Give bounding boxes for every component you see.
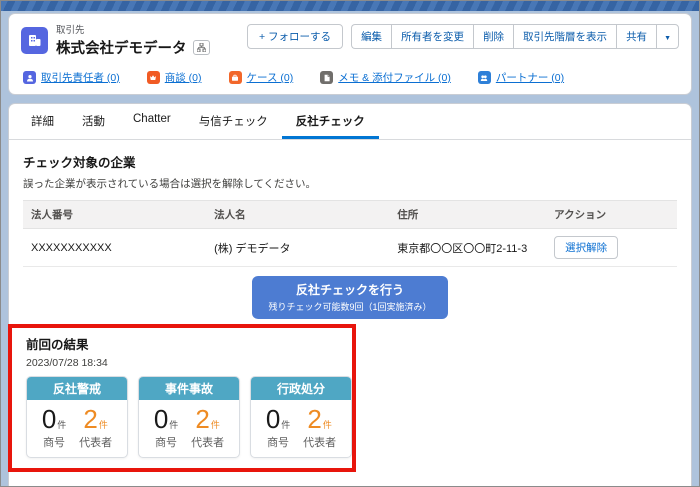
related-link-opportunities[interactable]: 商談 (0)	[146, 70, 202, 85]
stat-label: 商号	[155, 437, 178, 449]
follow-button[interactable]: + フォローする	[247, 24, 344, 49]
record-title: 株式会社デモデータ	[56, 41, 187, 57]
stat-value: 0	[41, 404, 57, 434]
column-header-action: アクション	[546, 200, 677, 229]
record-action-bar: + フォローする 編集 所有者を変更 削除 取引先階層を表示 共有 ▼	[247, 24, 679, 49]
tab-antisocial-check[interactable]: 反社チェック	[281, 104, 379, 139]
entity-label: 取引先	[56, 25, 85, 36]
related-link-partners[interactable]: パートナー (0)	[477, 70, 565, 85]
stat-label: 代表者	[303, 437, 337, 449]
check-target-heading: チェック対象の企業	[23, 156, 136, 170]
column-header-address: 住所	[389, 200, 547, 229]
cta-label: 反社チェックを行う	[295, 283, 404, 297]
more-actions-button[interactable]: ▼	[656, 24, 679, 49]
stat-unit: 件	[98, 420, 108, 430]
stat-value: 2	[307, 404, 322, 434]
related-link-label: 商談 (0)	[164, 72, 202, 84]
cell-corporate-name: (株) デモデータ	[206, 228, 390, 267]
run-antisocial-check-button[interactable]: 反社チェックを行う 残りチェック可能数9回（1回実施済み）	[252, 276, 448, 319]
case-icon	[228, 71, 242, 84]
result-card-row: 反社警戒 0件 商号 2件 代表者 事件事故 0 件 商号 2 件 代表者 行政…	[26, 376, 352, 458]
tab-chatter[interactable]: Chatter	[119, 104, 185, 139]
action-button-group: 編集 所有者を変更 削除 取引先階層を表示 共有 ▼	[351, 24, 679, 49]
account-icon	[21, 26, 48, 54]
stat-label: 商号	[43, 437, 66, 449]
related-link-label: メモ & 添付ファイル (0)	[338, 72, 451, 84]
stat-unit: 件	[281, 420, 291, 430]
deselect-button[interactable]: 選択解除	[554, 236, 619, 259]
stat-label: 代表者	[79, 437, 113, 449]
tab-credit-check[interactable]: 与信チェック	[185, 104, 282, 139]
result-card-antisocial-alert: 反社警戒 0件 商号 2件 代表者	[26, 376, 128, 458]
result-card-title: 行政処分	[251, 377, 351, 400]
stat-value: 2	[83, 404, 98, 434]
stat-trade-name: 0件 商号	[266, 406, 290, 450]
related-link-contacts[interactable]: 取引先責任者 (0)	[23, 70, 120, 85]
cta-remaining-count: 残りチェック可能数9回（1回実施済み）	[268, 302, 432, 312]
note-icon	[320, 71, 334, 84]
previous-result-timestamp: 2023/07/28 18:34	[26, 357, 108, 369]
stat-trade-name: 0件 商号	[154, 406, 178, 450]
check-target-table: 法人番号 法人名 住所 アクション XXXXXXXXXXX (株) デモデータ …	[23, 200, 677, 267]
tab-bar: 詳細 活動 Chatter 与信チェック 反社チェック	[9, 104, 691, 140]
result-card-title: 反社警戒	[27, 377, 127, 400]
record-header-card: 取引先 株式会社デモデータ + フォローする 編集 所有者を変更 削除 取引先階…	[8, 13, 692, 95]
stat-value: 0	[153, 404, 169, 434]
change-owner-button[interactable]: 所有者を変更	[391, 24, 474, 49]
check-target-description: 誤った企業が表示されている場合は選択を解除してください。	[23, 178, 317, 190]
record-identity: 取引先 株式会社デモデータ	[21, 22, 210, 58]
cell-address: 東京都〇〇区〇〇町2-11-3	[389, 228, 547, 267]
share-button[interactable]: 共有	[616, 24, 657, 49]
account-hierarchy-icon[interactable]	[192, 40, 210, 55]
result-card-title: 事件事故	[139, 377, 239, 400]
related-link-label: 取引先責任者 (0)	[41, 72, 120, 84]
stat-trade-name: 0件 商号	[42, 406, 66, 450]
stat-unit: 件	[169, 420, 179, 430]
table-header-row: 法人番号 法人名 住所 アクション	[23, 200, 677, 229]
related-link-label: パートナー (0)	[495, 72, 565, 84]
stat-representative: 2件 代表者	[79, 406, 112, 450]
related-link-cases[interactable]: ケース (0)	[228, 70, 294, 85]
partner-icon	[477, 71, 491, 84]
previous-result-heading: 前回の結果	[26, 338, 89, 352]
tab-activity[interactable]: 活動	[68, 104, 119, 139]
related-link-label: ケース (0)	[246, 72, 294, 84]
chevron-down-icon: ▼	[664, 34, 671, 42]
delete-button[interactable]: 削除	[473, 24, 514, 49]
related-list-quicklinks: 取引先責任者 (0) 商談 (0) ケース (0) メモ & 添付ファイル (0…	[23, 70, 679, 85]
tab-details[interactable]: 詳細	[17, 104, 68, 139]
related-link-notes-attachments[interactable]: メモ & 添付ファイル (0)	[320, 70, 451, 85]
column-header-corporate-number: 法人番号	[23, 200, 207, 229]
stat-label: 商号	[267, 437, 290, 449]
stat-representative: 2件 代表者	[303, 406, 336, 450]
annotation-highlight-box: 前回の結果 2023/07/28 18:34 反社警戒 0件 商号 2件 代表者…	[8, 324, 356, 472]
app-window: 取引先 株式会社デモデータ + フォローする 編集 所有者を変更 削除 取引先階…	[0, 0, 700, 487]
opportunity-icon	[146, 71, 160, 84]
stat-representative: 2件 代表者	[191, 406, 224, 450]
column-header-corporate-name: 法人名	[206, 200, 390, 229]
record-detail-card: 詳細 活動 Chatter 与信チェック 反社チェック チェック対象の企業 誤っ…	[8, 103, 692, 486]
stat-unit: 件	[57, 420, 67, 430]
result-card-incidents: 事件事故 0件 商号 2件 代表者	[138, 376, 240, 458]
stat-value: 0	[265, 404, 281, 434]
contact-icon	[23, 71, 36, 84]
result-card-administrative-action: 行政処分 0件 商号 2件 代表者	[250, 376, 352, 458]
view-hierarchy-button[interactable]: 取引先階層を表示	[513, 24, 617, 49]
global-header-bar	[1, 1, 699, 11]
cell-corporate-number: XXXXXXXXXXX	[23, 228, 207, 267]
edit-button[interactable]: 編集	[351, 24, 392, 49]
table-row: XXXXXXXXXXX (株) デモデータ 東京都〇〇区〇〇町2-11-3 選択…	[23, 228, 677, 267]
stat-value: 2	[195, 404, 210, 434]
stat-unit: 件	[210, 420, 220, 430]
stat-label: 代表者	[191, 437, 225, 449]
stat-unit: 件	[322, 420, 332, 430]
tab-content: チェック対象の企業 誤った企業が表示されている場合は選択を解除してください。 法…	[8, 140, 691, 486]
